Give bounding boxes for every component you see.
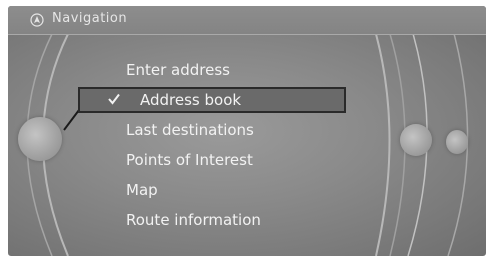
- header-bar: Navigation: [8, 6, 486, 35]
- menu-item-enter-address[interactable]: Enter address: [126, 55, 376, 85]
- menu-item-label: Last destinations: [126, 121, 254, 139]
- menu-item-address-book[interactable]: Address book: [78, 87, 346, 113]
- menu-item-points-of-interest[interactable]: Points of Interest: [126, 145, 376, 175]
- navigation-screen: Navigation Enter address Address book La…: [8, 6, 486, 256]
- menu-item-label: Address book: [140, 91, 242, 109]
- page-title: Navigation: [52, 11, 128, 26]
- checkmark-icon: [108, 93, 120, 105]
- menu-item-route-information[interactable]: Route information: [126, 205, 376, 235]
- navigation-icon: [30, 13, 44, 27]
- controller-knob-right-edge[interactable]: [446, 130, 468, 154]
- controller-knob-left[interactable]: [18, 117, 62, 161]
- menu-item-label: Route information: [126, 211, 261, 229]
- menu-item-label: Points of Interest: [126, 151, 253, 169]
- menu-item-last-destinations[interactable]: Last destinations: [126, 115, 376, 145]
- menu-item-label: Map: [126, 181, 158, 199]
- menu-item-label: Enter address: [126, 61, 230, 79]
- menu-item-map[interactable]: Map: [126, 175, 376, 205]
- navigation-menu: Enter address Address book Last destinat…: [78, 55, 376, 235]
- controller-knob-right[interactable]: [400, 124, 432, 156]
